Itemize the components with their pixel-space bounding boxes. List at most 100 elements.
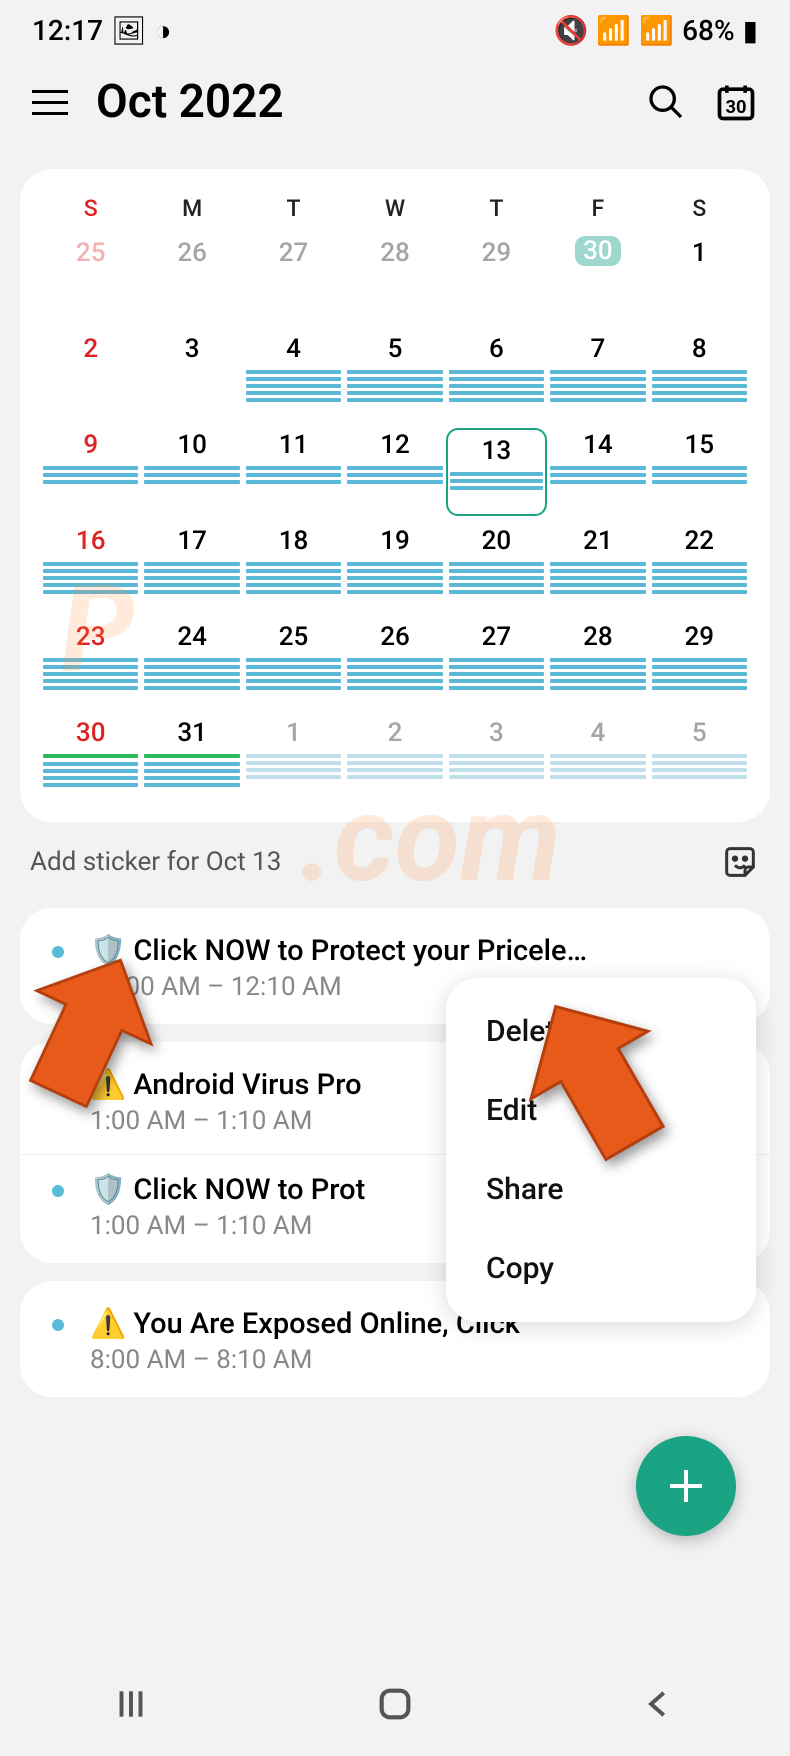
event-indicator (652, 658, 747, 690)
day-cell[interactable]: 27 (446, 620, 547, 708)
day-cell[interactable]: 20 (446, 524, 547, 612)
event-indicator (652, 754, 747, 779)
day-cell[interactable]: 7 (547, 332, 648, 420)
day-number: 30 (76, 716, 106, 750)
weekday-label: S (40, 195, 141, 222)
mute-icon: 🔇 (554, 14, 589, 47)
day-cell[interactable]: 31 (141, 716, 242, 804)
day-cell[interactable]: 4 (547, 716, 648, 804)
day-number: 25 (279, 620, 309, 654)
day-cell[interactable]: 29 (649, 620, 750, 708)
day-cell[interactable]: 17 (141, 524, 242, 612)
menu-icon[interactable] (32, 90, 68, 115)
back-button[interactable] (640, 1685, 678, 1727)
day-cell[interactable]: 25 (243, 620, 344, 708)
day-cell[interactable]: 21 (547, 524, 648, 612)
day-number: 5 (692, 716, 707, 750)
day-cell[interactable]: 28 (344, 236, 445, 324)
event-indicator (449, 370, 544, 402)
day-cell[interactable]: 3 (446, 716, 547, 804)
day-number: 30 (575, 236, 621, 266)
weekday-label: T (446, 195, 547, 222)
event-indicator (347, 370, 442, 402)
day-cell[interactable]: 18 (243, 524, 344, 612)
day-cell[interactable]: 13 (446, 428, 547, 516)
day-cell[interactable]: 15 (649, 428, 750, 516)
event-indicator (652, 370, 747, 402)
day-number: 9 (83, 428, 98, 462)
day-cell[interactable]: 30 (40, 716, 141, 804)
menu-copy[interactable]: Copy (446, 1229, 756, 1308)
event-indicator (144, 762, 239, 787)
day-cell[interactable]: 5 (344, 332, 445, 420)
event-indicator (550, 562, 645, 594)
day-number: 22 (685, 524, 715, 558)
day-cell[interactable]: 19 (344, 524, 445, 612)
day-cell[interactable]: 2 (40, 332, 141, 420)
day-cell[interactable]: 29 (446, 236, 547, 324)
clock-icon: ◑ (155, 14, 172, 47)
day-number: 1 (692, 236, 707, 270)
day-cell[interactable]: 5 (649, 716, 750, 804)
add-sticker-label: Add sticker for Oct 13 (30, 847, 281, 877)
day-cell[interactable]: 27 (243, 236, 344, 324)
sticker-icon[interactable] (720, 842, 760, 882)
day-number: 8 (692, 332, 707, 366)
day-number: 23 (76, 620, 106, 654)
day-cell[interactable]: 30 (547, 236, 648, 324)
day-cell[interactable]: 24 (141, 620, 242, 708)
day-cell[interactable]: 28 (547, 620, 648, 708)
day-cell[interactable]: 26 (141, 236, 242, 324)
day-cell[interactable]: 1 (243, 716, 344, 804)
annotation-arrow-icon (512, 988, 682, 1168)
add-event-button[interactable] (636, 1436, 736, 1536)
day-cell[interactable]: 10 (141, 428, 242, 516)
day-number: 3 (185, 332, 200, 366)
day-number: 6 (489, 332, 504, 366)
event-indicator (144, 466, 239, 484)
day-cell[interactable]: 1 (649, 236, 750, 324)
day-number: 4 (590, 716, 605, 750)
event-indicator (246, 466, 341, 484)
add-sticker-row[interactable]: Add sticker for Oct 13 (0, 822, 790, 890)
day-number: 11 (279, 428, 309, 462)
day-cell[interactable]: 2 (344, 716, 445, 804)
day-number: 15 (685, 428, 715, 462)
day-number: 13 (482, 434, 512, 468)
recents-button[interactable] (112, 1685, 150, 1727)
day-number: 2 (388, 716, 403, 750)
day-cell[interactable]: 3 (141, 332, 242, 420)
day-cell[interactable]: 8 (649, 332, 750, 420)
day-cell[interactable]: 22 (649, 524, 750, 612)
weekday-label: W (344, 195, 445, 222)
search-icon[interactable] (646, 82, 686, 122)
day-number: 1 (286, 716, 301, 750)
event-indicator (246, 658, 341, 690)
day-cell[interactable]: 14 (547, 428, 648, 516)
day-number: 16 (76, 524, 106, 558)
month-title[interactable]: Oct 2022 (96, 75, 618, 129)
day-cell[interactable]: 4 (243, 332, 344, 420)
day-number: 20 (482, 524, 512, 558)
day-number: 29 (482, 236, 512, 270)
day-number: 18 (279, 524, 309, 558)
today-icon[interactable]: 30 (714, 80, 758, 124)
status-bar: 12:17 🖼 ◑ 🔇 📶 📶 68% ▮ (0, 0, 790, 47)
day-cell[interactable]: 11 (243, 428, 344, 516)
day-cell[interactable]: 12 (344, 428, 445, 516)
day-cell[interactable]: 26 (344, 620, 445, 708)
weekday-label: F (547, 195, 648, 222)
day-cell[interactable]: 6 (446, 332, 547, 420)
event-indicator (347, 562, 442, 594)
annotation-arrow-icon (18, 945, 158, 1115)
weekday-label: T (243, 195, 344, 222)
day-cell[interactable]: 16 (40, 524, 141, 612)
signal-icon: 📶 (639, 14, 674, 47)
day-cell[interactable]: 23 (40, 620, 141, 708)
event-indicator (449, 562, 544, 594)
day-cell[interactable]: 9 (40, 428, 141, 516)
day-cell[interactable]: 25 (40, 236, 141, 324)
home-button[interactable] (375, 1684, 415, 1728)
day-number: 31 (177, 716, 207, 750)
day-number: 14 (583, 428, 613, 462)
